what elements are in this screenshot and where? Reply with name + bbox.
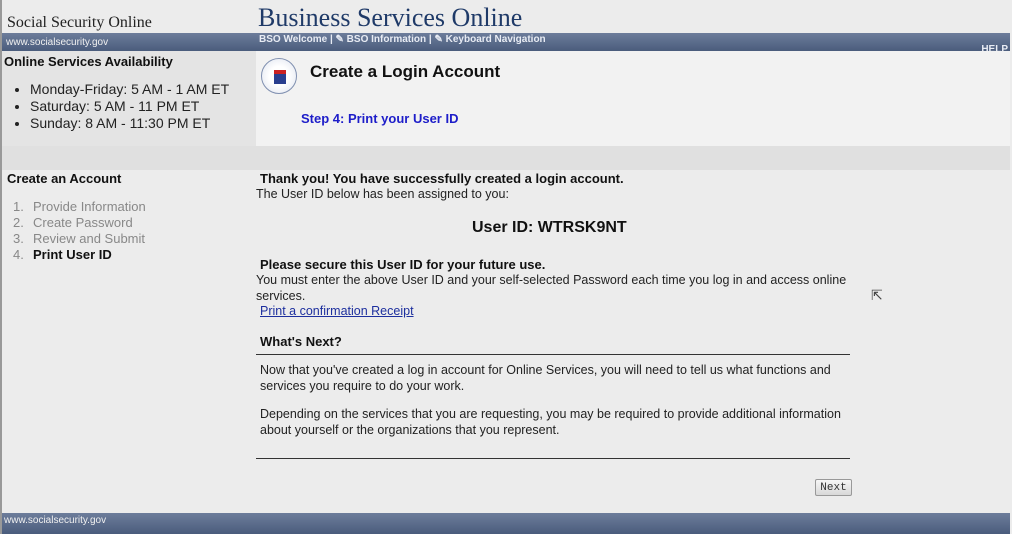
step-item: 2. Create Password (13, 215, 133, 230)
divider (256, 458, 850, 459)
step-list: 1. Provide Information 2. Create Password … (13, 199, 146, 263)
ssa-seal-logo (261, 58, 297, 94)
step-label: Create Password (33, 215, 133, 230)
mouse-cursor-icon: ⇱ (871, 287, 883, 303)
app-title: Business Services Online (258, 3, 523, 32)
print-receipt-link[interactable]: Print a confirmation Receipt (260, 303, 414, 319)
site-url[interactable]: www.socialsecurity.gov (6, 37, 108, 48)
site-name: Social Security Online (7, 14, 152, 31)
sidebar-title: Create an Account (7, 171, 122, 186)
top-nav-links[interactable]: BSO Welcome | ✎ BSO Information | ✎ Keyb… (259, 34, 546, 45)
top-nav-bar: www.socialsecurity.gov BSO Welcome | ✎ B… (2, 33, 1010, 55)
step-item: 3. Review and Submit (13, 231, 145, 246)
availability-title: Online Services Availability (4, 54, 173, 69)
page-title: Create a Login Account (310, 62, 501, 81)
footer-bar: www.socialsecurity.gov (2, 513, 1010, 534)
divider (256, 354, 850, 355)
secure-heading: Please secure this User ID for your futu… (260, 257, 546, 272)
availability-item: Sunday: 8 AM - 11:30 PM ET (30, 115, 229, 132)
step-heading: Step 4: Print your User ID (301, 111, 459, 126)
decorative-stripe (2, 146, 1010, 170)
next-button[interactable]: Next (815, 479, 852, 496)
step-label: Print User ID (33, 247, 112, 262)
footer-url[interactable]: www.socialsecurity.gov (4, 515, 106, 526)
next-paragraph: Now that you've created a log in account… (260, 363, 831, 393)
availability-item: Saturday: 5 AM - 11 PM ET (30, 98, 229, 115)
step-item-current: 4. Print User ID (13, 247, 112, 262)
user-id: User ID: WTRSK9NT (472, 219, 627, 236)
secure-text: You must enter the above User ID and you… (256, 273, 847, 303)
assigned-text: The User ID below has been assigned to y… (256, 187, 509, 201)
availability-item: Monday-Friday: 5 AM - 1 AM ET (30, 81, 229, 98)
success-heading: Thank you! You have successfully created… (260, 171, 624, 186)
step-item: 1. Provide Information (13, 199, 146, 214)
step-label: Review and Submit (33, 231, 145, 246)
next-paragraph: Depending on the services that you are r… (260, 407, 841, 437)
whats-next-heading: What's Next? (260, 334, 342, 349)
step-label: Provide Information (33, 199, 146, 214)
